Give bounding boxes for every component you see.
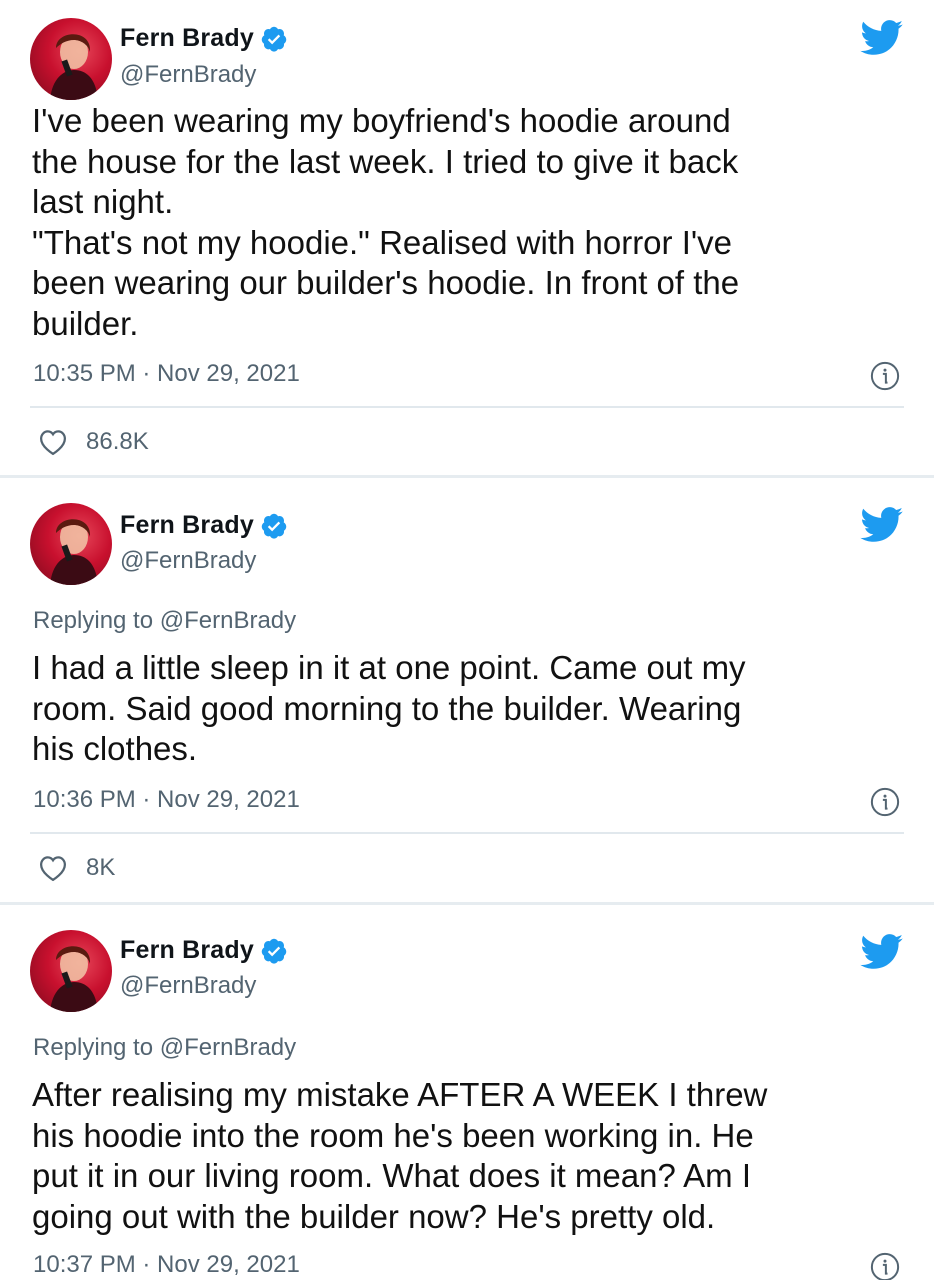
divider bbox=[30, 406, 904, 408]
replying-to[interactable]: Replying to @FernBrady bbox=[33, 1034, 296, 1062]
verified-badge-icon bbox=[261, 26, 287, 52]
tweet-text: After realising my mistake AFTER A WEEK … bbox=[32, 1076, 768, 1235]
author-row: Fern Brady bbox=[120, 511, 288, 540]
author-name[interactable]: Fern Brady bbox=[120, 511, 254, 540]
author-handle[interactable]: @FernBrady bbox=[120, 61, 256, 89]
verified-badge-icon bbox=[261, 513, 287, 539]
tweet-timestamp[interactable]: 10:35 PM · Nov 29, 2021 bbox=[33, 360, 300, 388]
info-icon[interactable] bbox=[870, 361, 900, 391]
author-handle[interactable]: @FernBrady bbox=[120, 547, 256, 575]
avatar-image bbox=[50, 34, 98, 100]
verified-badge-icon bbox=[261, 938, 287, 964]
divider bbox=[30, 832, 904, 834]
tweet-text: I've been wearing my boyfriend's hoodie … bbox=[32, 102, 740, 342]
avatar-image bbox=[50, 946, 98, 1012]
like-action[interactable]: 86.8K bbox=[38, 428, 149, 456]
twitter-bird-icon[interactable] bbox=[860, 507, 904, 543]
avatar[interactable] bbox=[30, 18, 112, 100]
replying-to[interactable]: Replying to @FernBrady bbox=[33, 607, 296, 635]
avatar[interactable] bbox=[30, 930, 112, 1012]
author-handle[interactable]: @FernBrady bbox=[120, 972, 256, 1000]
info-icon[interactable] bbox=[870, 1252, 900, 1280]
tweet-card-3[interactable]: Fern Brady @FernBrady Replying to @FernB… bbox=[0, 908, 934, 1280]
tweet-card-2[interactable]: Fern Brady @FernBrady Replying to @FernB… bbox=[0, 481, 934, 905]
author-row: Fern Brady bbox=[120, 24, 288, 53]
info-icon[interactable] bbox=[870, 787, 900, 817]
heart-icon[interactable] bbox=[38, 854, 68, 882]
avatar[interactable] bbox=[30, 503, 112, 585]
tweet-card-1[interactable]: Fern Brady @FernBrady I've been wearing … bbox=[0, 0, 934, 478]
twitter-bird-icon[interactable] bbox=[860, 934, 904, 970]
like-count: 86.8K bbox=[86, 428, 149, 455]
like-action[interactable]: 8K bbox=[38, 854, 115, 882]
tweet-timestamp[interactable]: 10:37 PM · Nov 29, 2021 bbox=[33, 1251, 300, 1279]
avatar-image bbox=[50, 519, 98, 585]
author-row: Fern Brady bbox=[120, 936, 288, 965]
like-count: 8K bbox=[86, 854, 116, 881]
author-name[interactable]: Fern Brady bbox=[120, 936, 254, 965]
tweet-text: I had a little sleep in it at one point.… bbox=[32, 649, 746, 767]
tweet-feed: Fern Brady @FernBrady I've been wearing … bbox=[0, 0, 934, 1280]
tweet-timestamp[interactable]: 10:36 PM · Nov 29, 2021 bbox=[33, 786, 300, 814]
author-name[interactable]: Fern Brady bbox=[120, 24, 254, 53]
heart-icon[interactable] bbox=[38, 428, 68, 456]
twitter-bird-icon[interactable] bbox=[860, 20, 904, 56]
